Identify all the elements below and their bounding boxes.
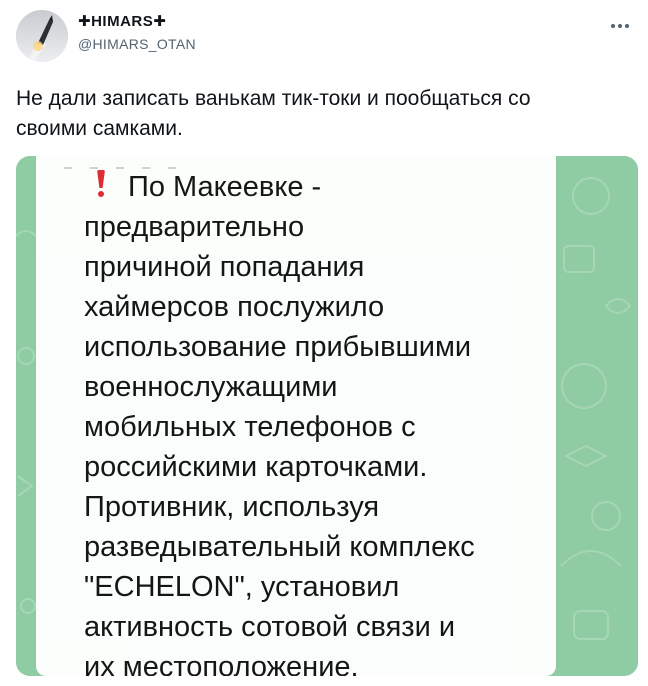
tweet-text-line: Не дали записать ванькам тик-токи и пооб… xyxy=(16,87,531,110)
message-line: хаймерсов послужило xyxy=(84,291,385,323)
message-bubble: По Макеевке - предварительно причиной по… xyxy=(36,156,556,676)
more-options-button[interactable] xyxy=(602,14,638,38)
cropped-text-hint xyxy=(64,156,244,169)
handle[interactable]: @HIMARS_OTAN xyxy=(78,35,196,53)
message-line: разведывательный комплекс xyxy=(84,531,475,563)
author-info: ✚HIMARS✚ @HIMARS_OTAN xyxy=(78,13,196,53)
message-line: активность сотовой связи и xyxy=(84,611,456,643)
message-body: предварительно причиной попадания хаймер… xyxy=(84,207,564,676)
rocket-launch-avatar-icon xyxy=(16,10,68,62)
message-line: их местоположение. xyxy=(84,651,359,676)
message-line: "ECHELON", установил xyxy=(84,571,400,603)
avatar[interactable] xyxy=(16,10,68,62)
tweet-text-line: своими самками. xyxy=(16,117,183,140)
message-first-line: По Макеевке - xyxy=(128,171,322,203)
message-line: предварительно xyxy=(84,211,305,243)
attached-image[interactable]: По Макеевке - предварительно причиной по… xyxy=(16,156,638,676)
red-exclamation-icon xyxy=(94,168,108,198)
message-line: мобильных телефонов с xyxy=(84,411,416,443)
tweet-text: Не дали записать ванькам тик-токи и пооб… xyxy=(16,84,632,144)
message-line: Противник, используя xyxy=(84,491,380,523)
message-line: использование прибывшими xyxy=(84,331,472,363)
display-name[interactable]: ✚HIMARS✚ xyxy=(78,13,196,31)
message-line: военнослужащими xyxy=(84,371,338,403)
message-line: российскими карточками. xyxy=(84,451,428,483)
tweet-card: ✚HIMARS✚ @HIMARS_OTAN Не дали записать в… xyxy=(0,0,648,686)
message-line: причиной попадания xyxy=(84,251,365,283)
ellipsis-icon xyxy=(610,24,631,28)
